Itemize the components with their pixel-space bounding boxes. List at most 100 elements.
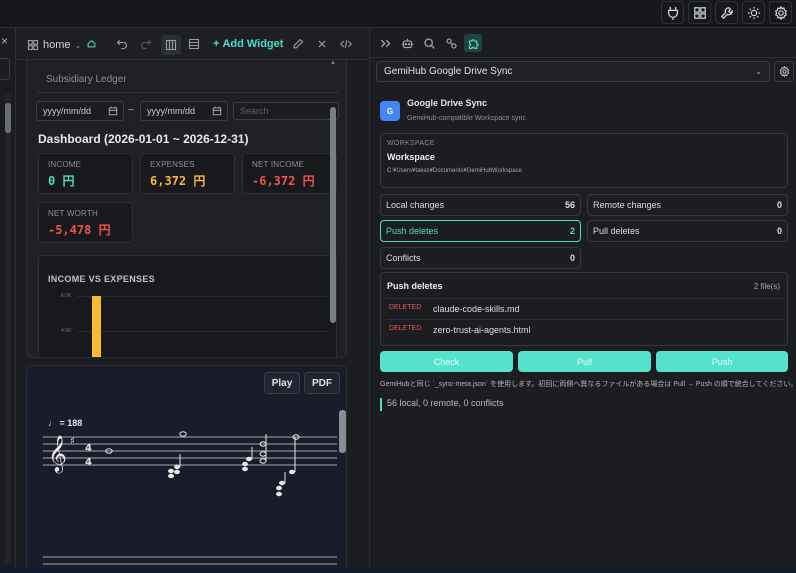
stat-remote-changes[interactable]: Remote changes 0	[587, 194, 788, 216]
puzzle-icon[interactable]	[464, 34, 482, 52]
gear-icon	[779, 66, 789, 77]
plugin-select-value: GemiHub Google Drive Sync	[384, 66, 513, 77]
add-widget-label: Add Widget	[222, 38, 284, 50]
left-collapsed-panel: ×	[0, 28, 16, 573]
card-label: EXPENSES	[150, 160, 195, 169]
stat-value: 0	[776, 200, 782, 210]
push-button[interactable]: Push	[656, 351, 788, 372]
sync-toolbar	[370, 28, 796, 58]
close-icon[interactable]: ×	[1, 34, 8, 48]
list-item[interactable]: DELETED zero-trust-ai-agents.html	[386, 319, 784, 339]
workspace-name: Workspace	[387, 152, 435, 162]
robot-icon[interactable]	[398, 34, 416, 52]
chevron-down-icon: ⌄	[755, 67, 762, 76]
subsidiary-ledger-tab[interactable]: Subsidiary Ledger	[46, 74, 127, 85]
score-scrollbar[interactable]	[339, 401, 346, 571]
list-item[interactable]: DELETED claude-code-skills.md	[386, 298, 784, 318]
sun-icon[interactable]	[742, 1, 765, 24]
file-name: zero-trust-ai-agents.html	[433, 325, 531, 335]
plugin-select[interactable]: GemiHub Google Drive Sync ⌄	[376, 61, 770, 82]
pdf-button[interactable]: PDF	[304, 372, 340, 394]
card-value: 6,372 円	[150, 174, 206, 188]
dashboard-title: Dashboard (2026-01-01 ~ 2026-12-31)	[38, 132, 249, 146]
chevron-down-icon: ⌄	[74, 40, 82, 50]
calendar-icon[interactable]	[108, 106, 118, 116]
sync-subtitle: GemiHub-compatible Workspace sync	[407, 115, 526, 122]
pencil-icon[interactable]	[289, 35, 307, 53]
y-tick-label: 4.0K	[61, 328, 72, 334]
date-separator: ~	[128, 105, 134, 116]
stat-label: Push deletes	[386, 226, 439, 236]
chart-title: INCOME VS EXPENSES	[48, 274, 155, 284]
redo-icon[interactable]	[137, 35, 155, 53]
taskbar	[0, 568, 796, 573]
card-value: -6,372 円	[252, 174, 315, 188]
card-label: NET WORTH	[48, 209, 98, 218]
svg-text:4: 4	[85, 457, 92, 468]
home-label: home	[43, 39, 71, 51]
collapsed-input[interactable]	[0, 58, 10, 80]
gridline	[77, 331, 327, 332]
income-vs-expenses-chart: INCOME VS EXPENSES 6.0K 4.0K	[38, 255, 337, 357]
add-widget-button[interactable]: + Add Widget	[213, 38, 283, 50]
scrollbar-track	[5, 94, 11, 564]
deleted-tag: DELETED	[389, 325, 422, 332]
treble-clef-icon: 𝄞	[48, 434, 67, 473]
rows-icon[interactable]	[185, 35, 203, 53]
wrench-icon[interactable]	[715, 1, 738, 24]
grid-icon	[26, 36, 40, 54]
file-name: claude-code-skills.md	[433, 304, 520, 314]
date-to-input[interactable]: yyyy/mm/dd	[140, 101, 228, 121]
svg-text:4: 4	[85, 443, 92, 454]
date-from-input[interactable]: yyyy/mm/dd	[36, 101, 124, 121]
net-income-card: NET INCOME -6,372 円	[242, 153, 337, 194]
push-deletes-box: Push deletes 2 file(s) DELETED claude-co…	[380, 272, 788, 346]
stat-label: Conflicts	[386, 253, 421, 263]
stat-pull-deletes[interactable]: Pull deletes 0	[587, 220, 788, 242]
scrollbar-thumb[interactable]	[339, 410, 346, 453]
gear-icon[interactable]	[769, 1, 792, 24]
workspace-box: WORKSPACE Workspace C:¥Users¥takes¥Docum…	[380, 133, 788, 188]
code-icon[interactable]	[337, 35, 355, 53]
music-score-widget: Play PDF ♩ = 188 𝄞 ♯ 4 4	[26, 365, 347, 573]
nodes-icon[interactable]	[442, 34, 460, 52]
grid-icon[interactable]	[688, 1, 711, 24]
plug-icon[interactable]	[661, 1, 684, 24]
home-selector[interactable]: home ⌄	[26, 36, 96, 54]
columns-icon[interactable]	[161, 35, 181, 55]
scrollbar-thumb[interactable]	[330, 107, 336, 323]
check-button[interactable]: Check	[380, 351, 513, 372]
deleted-tag: DELETED	[389, 304, 422, 311]
double-chevron-right-icon[interactable]	[376, 34, 394, 52]
google-drive-badge: G	[380, 101, 400, 121]
gridline	[77, 296, 327, 297]
app-window: × home ⌄ + Add Widget Subsidiary Ledger …	[0, 0, 796, 573]
search-icon[interactable]	[420, 34, 438, 52]
widget-toolbar: home ⌄ + Add Widget	[16, 28, 368, 60]
calendar-icon[interactable]	[212, 106, 222, 116]
expenses-card: EXPENSES 6,372 円	[140, 153, 235, 194]
scrollbar-thumb[interactable]	[5, 103, 11, 133]
scroll-up-icon[interactable]: ▲	[329, 60, 337, 66]
stat-local-changes[interactable]: Local changes 56	[380, 194, 581, 216]
search-input[interactable]: Search	[233, 102, 339, 120]
sync-summary: 56 local, 0 remote, 0 conflicts	[380, 398, 504, 411]
date-to-placeholder: yyyy/mm/dd	[147, 106, 196, 116]
undo-icon[interactable]	[113, 35, 131, 53]
stat-value: 0	[569, 253, 575, 263]
workspace-label: WORKSPACE	[387, 140, 435, 147]
stat-label: Pull deletes	[593, 226, 640, 236]
y-tick-label: 6.0K	[61, 293, 72, 299]
plugin-settings-button[interactable]	[774, 61, 794, 82]
ledger-scrollbar[interactable]: ▲	[329, 60, 337, 358]
net-worth-card: NET WORTH -5,478 円	[38, 202, 133, 243]
stat-value: 0	[776, 226, 782, 236]
close-icon[interactable]	[313, 35, 331, 53]
pull-button[interactable]: Pull	[518, 351, 651, 372]
stat-label: Local changes	[386, 200, 445, 210]
play-button[interactable]: Play	[264, 372, 300, 394]
stat-push-deletes[interactable]: Push deletes 2	[380, 220, 581, 242]
card-value: 0 円	[48, 174, 75, 188]
stat-conflicts[interactable]: Conflicts 0	[380, 247, 581, 269]
top-bar	[0, 0, 796, 28]
